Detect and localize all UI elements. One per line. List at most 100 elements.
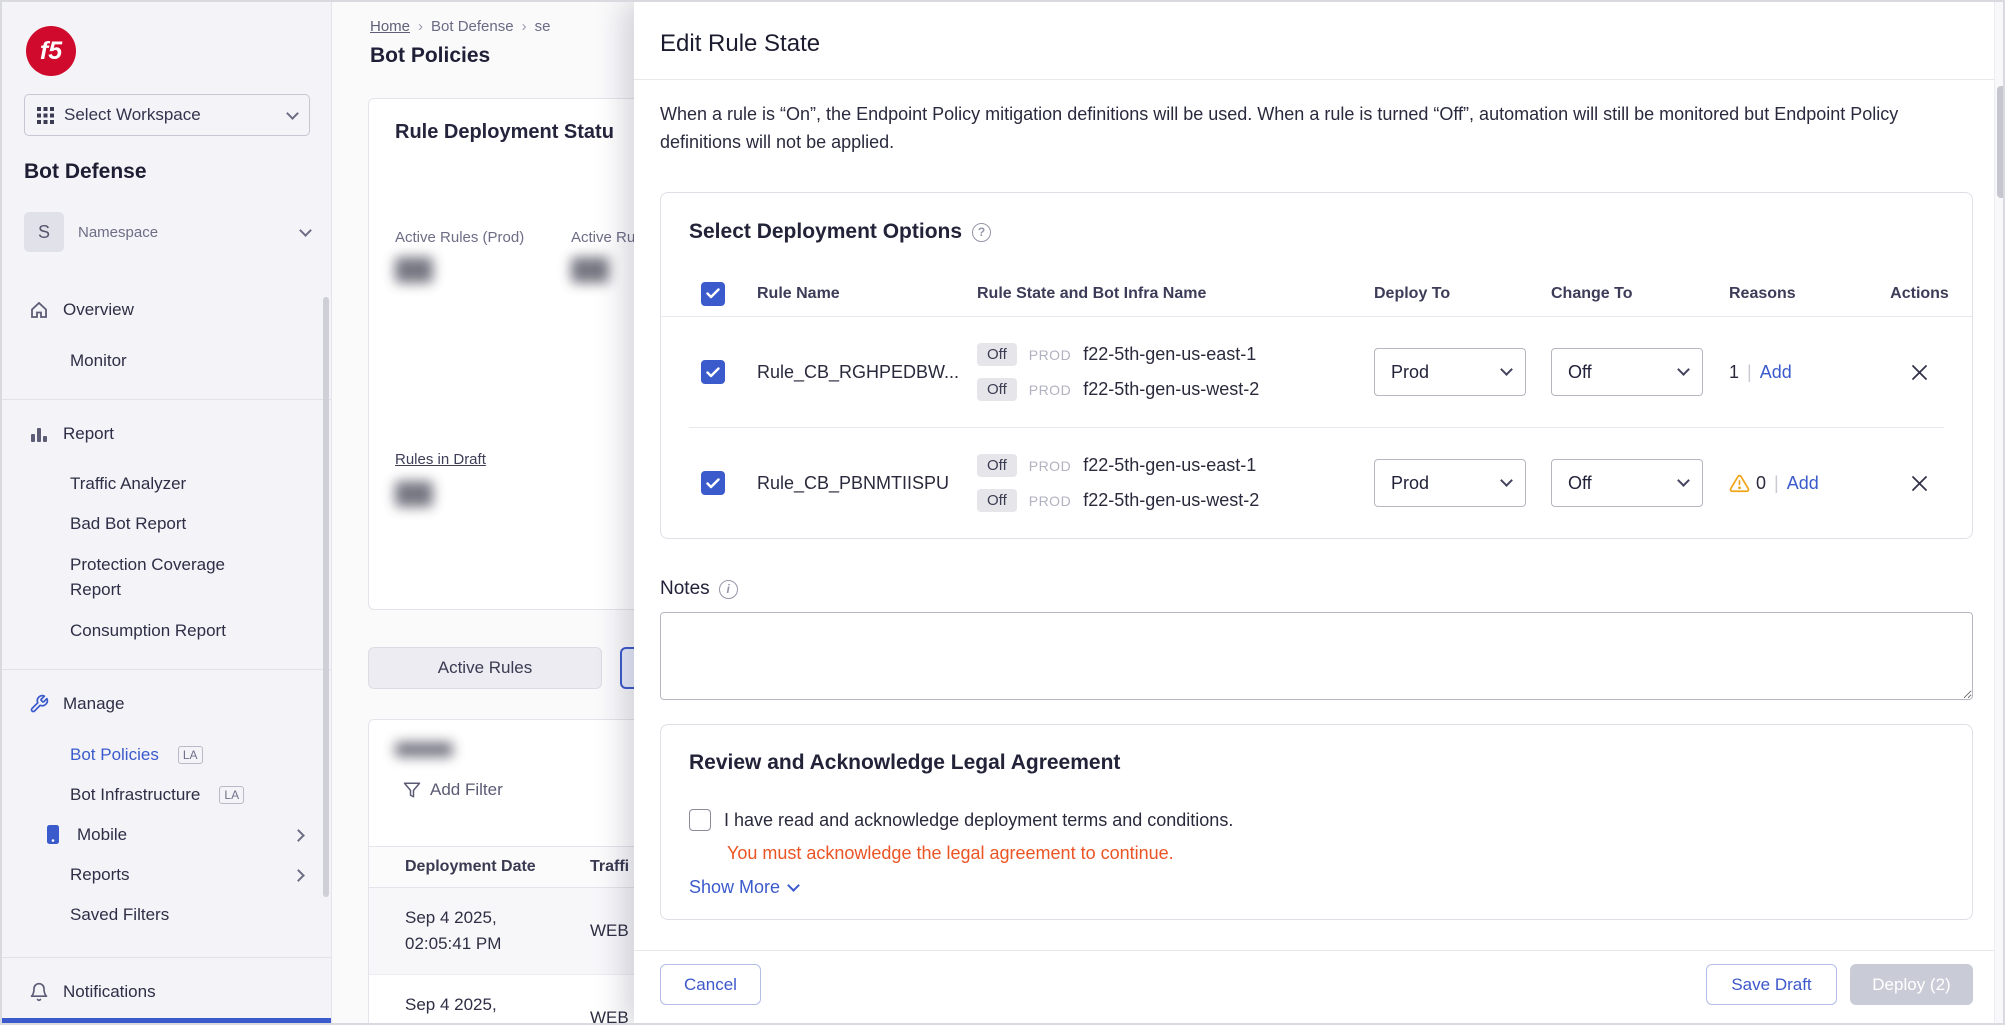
traffic-type: WEB <box>590 1008 629 1023</box>
drawer-scrollbar-thumb[interactable] <box>1997 86 2005 198</box>
deploy-to-value: Prod <box>1391 473 1429 494</box>
sidebar-item-label: Notifications <box>63 982 156 1002</box>
sidebar-item-bad-bot-report[interactable]: Bad Bot Report <box>2 504 331 544</box>
separator: | <box>1774 473 1779 494</box>
sidebar-item-saved-filters[interactable]: Saved Filters <box>2 895 331 935</box>
sidebar-item-manage[interactable]: Manage <box>2 684 331 724</box>
column-header-deployment-date: Deployment Date <box>405 858 590 876</box>
tab-active-rules[interactable]: Active Rules <box>368 647 602 689</box>
rule-state-badge: Off <box>977 489 1017 512</box>
show-more-label: Show More <box>689 877 780 898</box>
grid-icon <box>37 107 54 124</box>
column-header-traffic: Traffi <box>590 858 629 876</box>
rule-state-badge: Off <box>977 343 1017 366</box>
show-more-link[interactable]: Show More <box>689 877 798 898</box>
environment-label: PROD <box>1029 347 1071 363</box>
deployment-time: 01:12:20 PM <box>405 1021 501 1023</box>
sidebar-item-label: Mobile <box>77 825 127 845</box>
sidebar-item-report[interactable]: Report <box>2 414 331 454</box>
select-all-checkbox[interactable] <box>701 282 725 306</box>
bell-icon <box>28 981 50 1003</box>
sidebar-item-consumption-report[interactable]: Consumption Report <box>2 611 331 651</box>
sidebar-item-traffic-analyzer[interactable]: Traffic Analyzer <box>2 464 331 504</box>
home-icon <box>28 299 50 321</box>
traffic-type: WEB <box>590 921 629 941</box>
help-icon[interactable]: ? <box>972 223 991 242</box>
legal-agreement-checkbox[interactable] <box>689 809 711 831</box>
divider <box>634 950 2005 951</box>
redacted-value <box>395 742 453 757</box>
sidebar-item-reports[interactable]: Reports <box>2 855 331 895</box>
sidebar-item-bot-policies[interactable]: Bot Policies LA <box>2 735 331 775</box>
bot-infra-name: f22-5th-gen-us-east-1 <box>1083 344 1256 365</box>
sidebar-item-label: Consumption Report <box>70 621 226 641</box>
bot-infra-name: f22-5th-gen-us-east-1 <box>1083 455 1256 476</box>
save-draft-button[interactable]: Save Draft <box>1706 964 1837 1005</box>
legal-section-title: Review and Acknowledge Legal Agreement <box>689 751 1120 775</box>
sidebar-item-mobile[interactable]: Mobile <box>2 815 331 855</box>
legal-error-message: You must acknowledge the legal agreement… <box>727 843 1174 864</box>
column-header-actions: Actions <box>1867 285 1972 303</box>
sidebar-item-label: Bot Policies <box>70 745 159 765</box>
deployment-time: 02:05:41 PM <box>405 934 501 953</box>
page-title: Bot Policies <box>370 44 490 68</box>
rules-in-draft-link[interactable]: Rules in Draft <box>395 451 486 468</box>
chevron-down-icon <box>286 107 299 120</box>
chevron-down-icon <box>1677 474 1690 487</box>
sidebar-item-protection-coverage-report[interactable]: Protection Coverage Report <box>2 549 331 605</box>
tab-rules-in-draft[interactable]: R <box>620 647 634 689</box>
divider <box>2 669 331 670</box>
remove-rule-button[interactable] <box>1911 475 1928 492</box>
sidebar-item-label: Manage <box>63 694 124 714</box>
sidebar-scrollbar[interactable] <box>323 297 329 897</box>
sidebar-item-monitor[interactable]: Monitor <box>2 341 331 381</box>
chevron-down-icon <box>1500 363 1513 376</box>
add-filter-button[interactable]: Add Filter <box>403 780 503 800</box>
rule-checkbox[interactable] <box>701 360 725 384</box>
sidebar-item-notifications[interactable]: Notifications <box>2 972 331 1012</box>
environment-label: PROD <box>1029 382 1071 398</box>
breadcrumb: Home Bot Defense se <box>370 18 550 35</box>
deploy-to-value: Prod <box>1391 362 1429 383</box>
notes-textarea[interactable] <box>660 612 1973 700</box>
namespace-avatar: S <box>24 212 64 252</box>
rule-state-badge: Off <box>977 454 1017 477</box>
options-table-header: Rule Name Rule State and Bot Infra Name … <box>661 271 1972 317</box>
breadcrumb-home-link[interactable]: Home <box>370 18 410 35</box>
workspace-selector[interactable]: Select Workspace <box>24 94 310 136</box>
sidebar-item-label: Bad Bot Report <box>70 514 186 534</box>
sidebar-item-bot-infrastructure[interactable]: Bot Infrastructure LA <box>2 775 331 815</box>
info-icon[interactable]: i <box>719 580 738 599</box>
add-reason-link[interactable]: Add <box>1787 473 1819 494</box>
change-to-select[interactable]: Off <box>1551 348 1703 396</box>
notes-label: Notes <box>660 578 710 600</box>
namespace-selector[interactable]: S Namespace <box>24 210 310 254</box>
deploy-to-select[interactable]: Prod <box>1374 348 1526 396</box>
app-root: f5 Select Workspace Bot Defense S Namesp… <box>0 0 2005 1025</box>
breadcrumb-current: se <box>535 18 551 35</box>
table-row[interactable]: Sep 4 2025, 02:05:41 PM WEB <box>369 888 634 975</box>
table-row[interactable]: Sep 4 2025, 01:12:20 PM WEB <box>369 975 634 1023</box>
drawer-scrollbar[interactable] <box>1994 2 2005 1025</box>
deploy-button[interactable]: Deploy (2) <box>1850 964 1973 1005</box>
rule-checkbox[interactable] <box>701 471 725 495</box>
remove-rule-button[interactable] <box>1911 364 1928 381</box>
cancel-button[interactable]: Cancel <box>660 964 761 1005</box>
breadcrumb-section[interactable]: Bot Defense <box>431 18 514 35</box>
sidebar-item-overview[interactable]: Overview <box>2 290 331 330</box>
sidebar-item-label: Saved Filters <box>70 905 169 925</box>
sidebar-item-label: Reports <box>70 865 130 885</box>
rule-state-badge: Off <box>977 378 1017 401</box>
redacted-value <box>571 257 609 283</box>
chevron-down-icon <box>1500 474 1513 487</box>
section-title-deployment-options: Select Deployment Options <box>689 220 962 244</box>
deploy-to-select[interactable]: Prod <box>1374 459 1526 507</box>
namespace-label: Namespace <box>78 224 287 241</box>
stat-label-active-rules-prod: Active Rules (Prod) <box>395 229 524 246</box>
add-reason-link[interactable]: Add <box>1760 362 1792 383</box>
sidebar-bottom-accent <box>2 1018 331 1023</box>
redacted-value <box>395 481 433 507</box>
change-to-select[interactable]: Off <box>1551 459 1703 507</box>
rule-row: Rule_CB_RGHPEDBW... Off PROD f22-5th-gen… <box>661 317 1972 427</box>
environment-label: PROD <box>1029 458 1071 474</box>
